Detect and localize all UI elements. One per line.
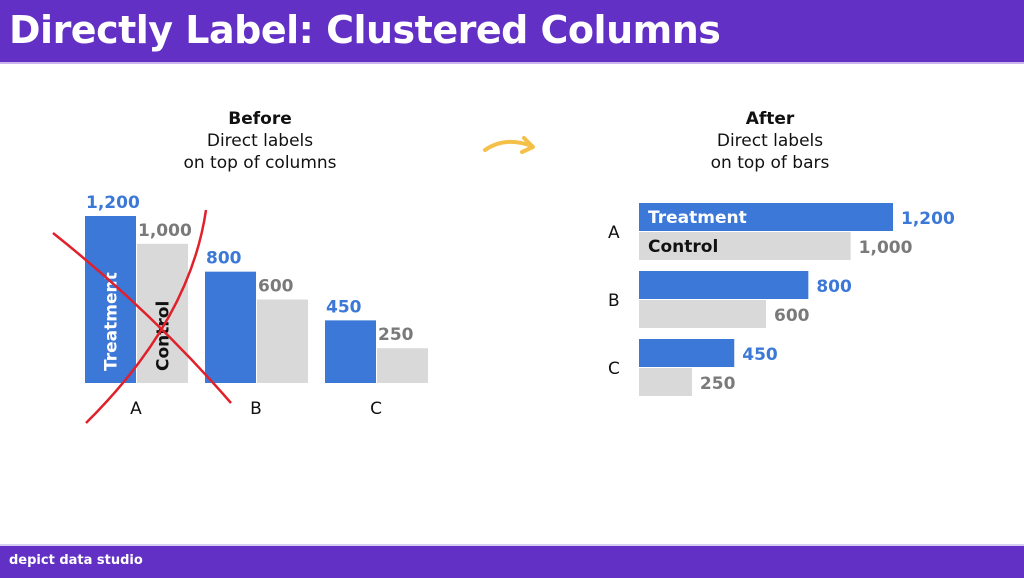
category-label: A — [130, 399, 142, 419]
value-label: 600 — [774, 306, 810, 326]
charts-canvas: 1,200 Treatment 1,000 Control A 800 600 B 450 250… — [52, 136, 955, 424]
value-label: 1,200 — [901, 209, 955, 229]
footer-bar: depict data studio — [0, 544, 1024, 578]
category-label: C — [608, 359, 620, 379]
bar-treatment-b — [639, 271, 809, 299]
column-control-b — [257, 299, 308, 383]
after-bar-chart: 1,200 Treatment 1,000 Control A 800 600 B 450 250… — [608, 203, 955, 396]
bar-control-b — [639, 300, 766, 328]
column-treatment-c — [325, 320, 376, 383]
category-label: A — [608, 223, 620, 243]
series-label: Control — [648, 237, 718, 257]
brand-logo: depict data studio — [9, 553, 143, 568]
value-label: 450 — [326, 297, 362, 317]
value-label: 450 — [742, 345, 778, 365]
value-label: 250 — [378, 325, 414, 345]
value-label: 1,000 — [138, 221, 192, 241]
value-label: 250 — [700, 374, 736, 394]
value-label: 800 — [816, 277, 852, 297]
value-label: 1,000 — [859, 238, 913, 258]
value-label: 600 — [258, 277, 294, 297]
category-label: C — [370, 399, 382, 419]
bar-treatment-c — [639, 339, 735, 367]
category-label: B — [608, 291, 620, 311]
series-label: Treatment — [648, 208, 747, 228]
column-treatment-b — [205, 271, 256, 383]
column-control-c — [377, 348, 428, 383]
value-label: 800 — [206, 249, 242, 269]
category-label: B — [250, 399, 262, 419]
value-label: 1,200 — [86, 193, 140, 213]
bar-control-c — [639, 368, 692, 396]
